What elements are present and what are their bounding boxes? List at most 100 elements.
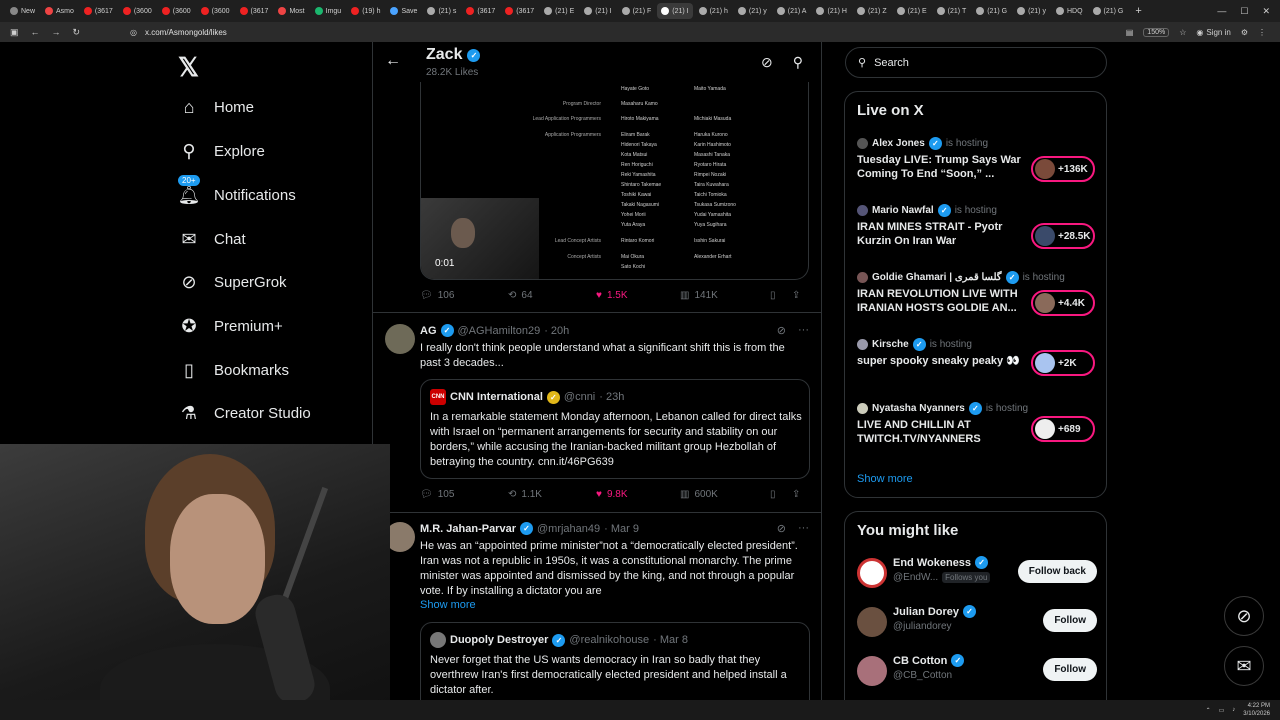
nav-item-chat[interactable]: ✉ Chat [178, 228, 245, 250]
more-icon[interactable]: ··· [798, 522, 809, 535]
avatar[interactable] [857, 656, 887, 686]
nav-item-premium[interactable]: ✪ Premium+ [178, 315, 282, 337]
video-player[interactable]: Hayate Goto Maito Yamada Program Director M… [420, 82, 809, 280]
suggested-account[interactable]: Julian Dorey ✓ @juliandorey Follow [857, 603, 1097, 639]
live-listeners-pill[interactable]: +689 [1031, 416, 1095, 442]
suggested-account[interactable]: End Wokeness ✓ @EndW... Follows you Follow… [857, 554, 1097, 590]
grok-fab-icon[interactable]: ⊘ [1224, 596, 1264, 636]
live-listeners-pill[interactable]: +28.5K [1031, 223, 1095, 249]
messages-fab-icon[interactable]: ✉ [1224, 646, 1264, 686]
back-arrow-icon[interactable]: ← [385, 52, 401, 70]
star-icon[interactable]: ☆ [1179, 28, 1186, 37]
live-item[interactable]: Nyatasha Nyanners ✓ is hosting LIVE AND CH… [857, 402, 1097, 452]
menu-icon[interactable]: ⋮ [1258, 28, 1266, 37]
new-tab-button[interactable]: + [1129, 5, 1147, 17]
live-listeners-pill[interactable]: +136K [1031, 156, 1095, 182]
browser-tab[interactable]: (21) I [580, 3, 615, 19]
browser-tab[interactable]: (3617 [501, 3, 538, 19]
live-item[interactable]: Kirsche ✓ is hosting super spooky sneaky p… [857, 338, 1097, 383]
avatar[interactable] [857, 607, 887, 637]
live-item[interactable]: Goldie Ghamari | گلسا قمری ✓ is hosting IR… [857, 271, 1097, 321]
nav-item-notifications[interactable]: 🔔︎ 20+ Notifications [178, 175, 296, 206]
avatar[interactable] [385, 324, 415, 354]
browser-tab[interactable]: (21) H [812, 3, 850, 19]
reply-button[interactable]: 💬︎ 105 [420, 489, 508, 500]
clock[interactable]: 4:22 PM 3/10/2026 [1243, 702, 1270, 718]
browser-tab[interactable]: (21) G [972, 3, 1011, 19]
minimize-icon[interactable]: — [1217, 6, 1226, 17]
reply-button[interactable]: 💬︎ 106 [420, 290, 508, 301]
author-handle[interactable]: @AGHamilton29 [458, 325, 541, 337]
tweet[interactable]: AG ✓ @AGHamilton29 · 20h ⊘ ··· I really … [373, 312, 821, 512]
suggested-account[interactable]: CB Cotton ✓ @CB_Cotton Follow [857, 652, 1097, 688]
zoom-level[interactable]: 150% [1143, 27, 1170, 37]
nav-item-home[interactable]: ⌂ Home [178, 96, 254, 118]
browser-tab[interactable]: (21) h [695, 3, 732, 19]
bookmark-icon[interactable]: ▯ [770, 290, 792, 301]
author-name[interactable]: M.R. Jahan-Parvar [420, 523, 516, 535]
grok-icon[interactable]: ⊘ [761, 54, 773, 71]
browser-tab[interactable]: (3617 [80, 3, 117, 19]
more-icon[interactable]: ··· [798, 324, 809, 337]
browser-tab[interactable]: (3617 [462, 3, 499, 19]
browser-tab[interactable]: (19) h [347, 3, 384, 19]
search-icon[interactable]: ⚲ [793, 54, 803, 71]
browser-tab[interactable]: (3600 [158, 3, 195, 19]
live-listeners-pill[interactable]: +4.4K [1031, 290, 1095, 316]
nav-item-explore[interactable]: ⚲ Explore [178, 140, 264, 162]
close-icon[interactable]: ✕ [1262, 6, 1270, 17]
tweet-time[interactable]: · 20h [544, 325, 569, 337]
browser-tab[interactable]: (21) I [657, 3, 693, 19]
nav-item-creator-studio[interactable]: ⚗ Creator Studio [178, 402, 311, 424]
grok-icon[interactable]: ⊘ [777, 324, 786, 337]
browser-tab[interactable]: Save [386, 3, 421, 19]
nav-item-bookmarks[interactable]: ▯ Bookmarks [178, 359, 289, 381]
repost-button[interactable]: ⟲ 1.1K [508, 489, 596, 500]
follow-back-button[interactable]: Follow back [1017, 560, 1097, 583]
follow-button[interactable]: Follow [1043, 609, 1097, 632]
browser-tab[interactable]: (21) E [540, 3, 578, 19]
like-button[interactable]: ♥ 9.8K [596, 489, 680, 500]
show-more-link[interactable]: Show more [420, 599, 476, 611]
browser-tab[interactable]: (21) y [734, 3, 771, 19]
sidebar-toggle-icon[interactable]: ▣ [10, 27, 19, 38]
tweet-time[interactable]: · Mar 9 [604, 523, 639, 535]
browser-tab[interactable]: New [6, 3, 39, 19]
maximize-icon[interactable]: ☐ [1240, 6, 1248, 17]
live-item[interactable]: Mario Nawfal ✓ is hosting IRAN MINES STRAI… [857, 204, 1097, 254]
search-input[interactable]: ⚲ Search [845, 47, 1107, 78]
share-icon[interactable]: ⇪ [792, 290, 800, 301]
volume-icon[interactable]: ♪ [1232, 707, 1235, 713]
url-field[interactable]: x.com/Asmongold/likes [145, 28, 227, 37]
author-name[interactable]: AG [420, 325, 437, 337]
browser-tab[interactable]: (21) E [893, 3, 931, 19]
browser-tab[interactable]: Asmo [41, 3, 78, 19]
repost-button[interactable]: ⟲ 64 [508, 290, 596, 301]
browser-tab[interactable]: (21) G [1089, 3, 1128, 19]
browser-tab[interactable]: (21) A [773, 3, 811, 19]
bookmark-icon[interactable]: ▯ [770, 489, 792, 500]
sign-in-button[interactable]: ◉ Sign in [1196, 28, 1230, 37]
live-listeners-pill[interactable]: +2K [1031, 350, 1095, 376]
views-button[interactable]: ▥ 141K [680, 290, 770, 301]
extensions-icon[interactable]: ⚙ [1241, 28, 1248, 37]
quote-tweet[interactable]: CNN CNN International ✓ @cnni · 23h In a… [420, 379, 810, 479]
network-icon[interactable]: ▭ [1219, 707, 1225, 714]
browser-tab[interactable]: (21) Z [853, 3, 891, 19]
forward-icon[interactable]: → [52, 27, 61, 38]
follow-button[interactable]: Follow [1043, 658, 1097, 681]
tweet[interactable]: M.R. Jahan-Parvar ✓ @mrjahan49 · Mar 9 ⊘… [373, 512, 821, 720]
author-handle[interactable]: @mrjahan49 [537, 523, 600, 535]
views-button[interactable]: ▥ 600K [680, 489, 770, 500]
x-logo-icon[interactable]: 𝕏 [178, 52, 199, 83]
browser-tab[interactable]: (21) y [1013, 3, 1050, 19]
show-more-link[interactable]: Show more [857, 473, 913, 485]
browser-tab[interactable]: (3600 [119, 3, 156, 19]
browser-tab[interactable]: Imgu [311, 3, 346, 19]
grok-icon[interactable]: ⊘ [777, 522, 786, 535]
tray-icon[interactable]: ⌃ [1206, 707, 1211, 714]
avatar[interactable] [857, 558, 887, 588]
reload-icon[interactable]: ↻ [73, 27, 81, 38]
share-icon[interactable]: ⇪ [792, 489, 800, 500]
back-icon[interactable]: ← [31, 27, 40, 38]
